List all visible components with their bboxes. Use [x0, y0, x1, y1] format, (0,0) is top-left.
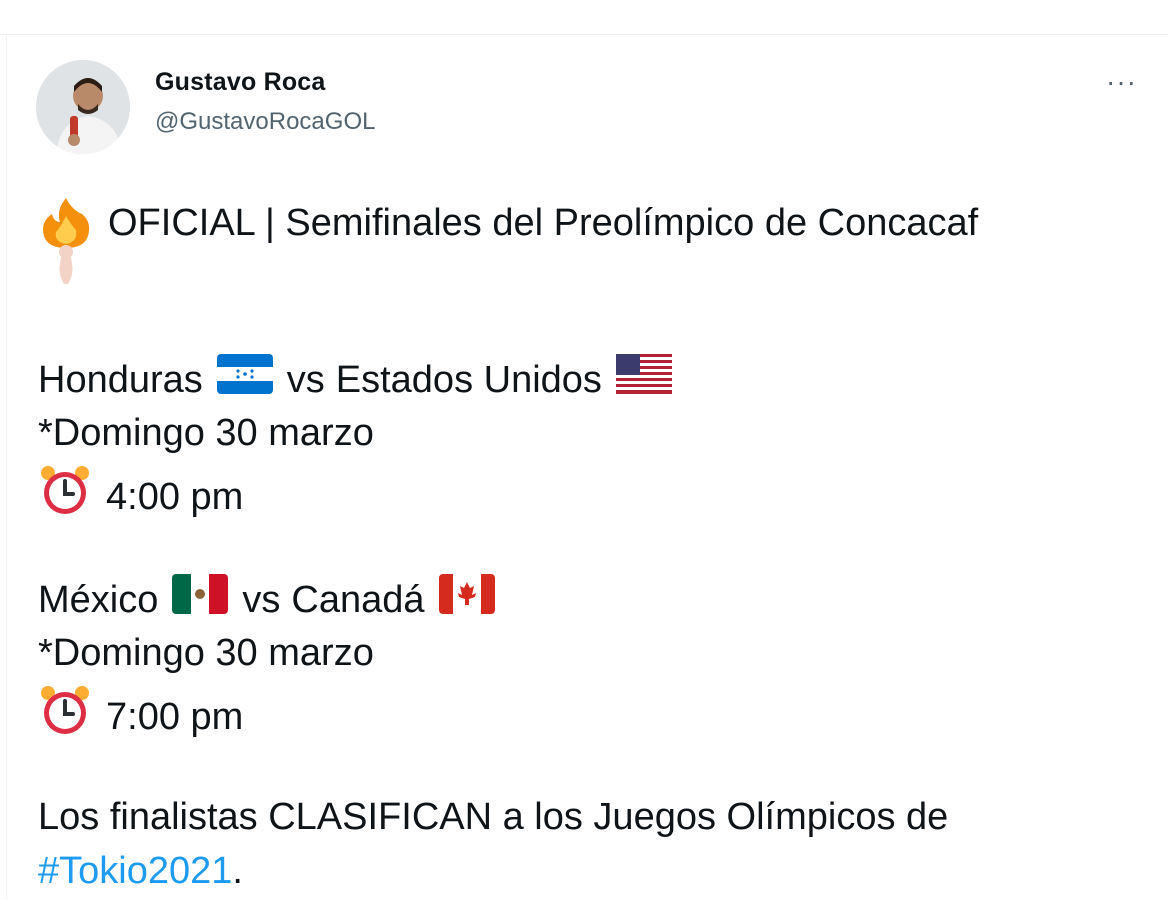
match2-team1: México — [38, 578, 159, 621]
match2-time: 7:00 pm — [106, 695, 244, 738]
author-handle[interactable]: @GustavoRocaGOL — [155, 108, 375, 136]
alarm-clock-icon — [38, 464, 92, 529]
match2-teams-line: México vs Canadá — [38, 574, 495, 625]
top-strip — [0, 0, 1168, 35]
fire-icon — [38, 192, 94, 303]
match1-time-line: 4:00 pm — [38, 464, 243, 529]
usa-flag-icon — [615, 354, 672, 405]
more-options-icon[interactable]: ··· — [1106, 66, 1137, 98]
avatar[interactable] — [36, 60, 130, 154]
mexico-flag-icon — [172, 574, 229, 625]
match2-time-line: 7:00 pm — [38, 684, 243, 749]
headline-text: OFICIAL | Semifinales del Preolímpico de… — [108, 201, 979, 244]
match1-date: *Domingo 30 marzo — [38, 412, 374, 454]
hashtag-link[interactable]: #Tokio2021 — [38, 848, 232, 894]
match1-team1: Honduras — [38, 358, 203, 401]
match2-team2: Canadá — [291, 578, 425, 621]
tweet-headline-line: OFICIAL | Semifinales del Preolímpico de… — [38, 192, 978, 303]
match2-vs: vs — [242, 578, 281, 621]
avatar-photo — [36, 60, 130, 154]
honduras-flag-icon — [216, 354, 273, 405]
alarm-clock-icon — [38, 684, 92, 749]
hashtag-suffix: . — [232, 850, 243, 892]
match1-teams-line: Honduras vs Estados Unidos — [38, 354, 672, 405]
match1-time: 4:00 pm — [106, 475, 244, 518]
match1-team2: Estados Unidos — [335, 358, 602, 401]
tweet-footer-text: Los finalistas CLASIFICAN a los Juegos O… — [38, 796, 949, 838]
match1-vs: vs — [286, 358, 325, 401]
tweet-hashtag-line: #Tokio2021 . — [38, 848, 243, 894]
match2-date: *Domingo 30 marzo — [38, 632, 374, 674]
author-name[interactable]: Gustavo Roca — [155, 68, 326, 97]
canada-flag-icon — [438, 574, 495, 625]
